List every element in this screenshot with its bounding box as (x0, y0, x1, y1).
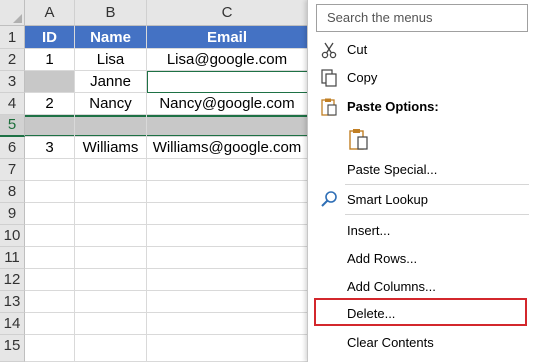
cell-empty[interactable] (147, 181, 308, 203)
row-header-12[interactable]: 12 (0, 269, 25, 291)
cell-c5[interactable] (147, 115, 308, 137)
cell-empty[interactable] (147, 159, 308, 181)
menu-item-smart-lookup[interactable]: Smart Lookup (308, 186, 535, 214)
cell-empty[interactable] (147, 225, 308, 247)
row-header-3[interactable]: 3 (0, 71, 25, 93)
cell-a6[interactable]: 3 (25, 137, 75, 159)
cell-a3[interactable] (25, 71, 75, 93)
cell-c1[interactable]: Email (147, 26, 308, 49)
cell-a1[interactable]: ID (25, 26, 75, 49)
select-all-corner[interactable] (0, 0, 25, 26)
cell-empty[interactable] (25, 225, 75, 247)
cell-b3[interactable]: Janne (75, 71, 147, 93)
row-header-9[interactable]: 9 (0, 203, 25, 225)
menu-search-input[interactable]: Search the menus (316, 4, 528, 32)
menu-item-cut[interactable]: Cut (308, 36, 535, 64)
menu-item-copy-label: Copy (347, 70, 378, 85)
row-header-5[interactable]: 5 (0, 115, 25, 137)
cell-empty[interactable] (75, 291, 147, 313)
cell-empty[interactable] (75, 247, 147, 269)
row-header-15[interactable]: 15 (0, 335, 25, 362)
row-header-13[interactable]: 13 (0, 291, 25, 313)
menu-item-clear-contents[interactable]: Clear Contents (308, 329, 535, 357)
cell-empty[interactable] (147, 247, 308, 269)
menu-item-clear-contents-label: Clear Contents (347, 335, 434, 350)
cell-b6[interactable]: Williams (75, 137, 147, 159)
cell-empty[interactable] (25, 203, 75, 225)
menu-item-add-columns[interactable]: Add Columns... (308, 273, 535, 301)
cell-empty[interactable] (75, 269, 147, 291)
cell-c6[interactable]: Williams@google.com (147, 137, 308, 159)
cell-b5[interactable] (75, 115, 147, 137)
menu-item-add-rows[interactable]: Add Rows... (308, 245, 535, 273)
menu-item-paste-options-label: Paste Options: (347, 99, 439, 114)
cell-empty[interactable] (75, 313, 147, 335)
column-header-c[interactable]: C (147, 0, 308, 26)
delete-highlight-box (314, 298, 527, 326)
copy-icon (321, 69, 337, 87)
cell-empty[interactable] (147, 291, 308, 313)
cell-empty[interactable] (75, 203, 147, 225)
menu-item-add-rows-label: Add Rows... (347, 251, 418, 266)
menu-item-cut-label: Cut (347, 42, 368, 57)
cell-empty[interactable] (25, 291, 75, 313)
menu-item-add-columns-label: Add Columns... (347, 279, 436, 294)
cell-empty[interactable] (147, 313, 308, 335)
cell-empty[interactable] (25, 247, 75, 269)
menu-item-paste-special-label: Paste Special... (347, 162, 438, 177)
cell-empty[interactable] (25, 313, 75, 335)
cell-b4[interactable]: Nancy (75, 93, 147, 115)
row-header-7[interactable]: 7 (0, 159, 25, 181)
cell-empty[interactable] (25, 269, 75, 291)
smart-lookup-icon (321, 191, 337, 207)
paste-clipboard-icon (349, 129, 368, 150)
menu-search-placeholder: Search the menus (327, 10, 433, 25)
row-header-6[interactable]: 6 (0, 137, 25, 159)
scissors-icon (321, 42, 337, 59)
column-header-a[interactable]: A (25, 0, 75, 26)
cell-empty[interactable] (75, 159, 147, 181)
cell-a4[interactable]: 2 (25, 93, 75, 115)
menu-item-copy[interactable]: Copy (308, 64, 535, 92)
row-header-10[interactable]: 10 (0, 225, 25, 247)
row-header-4[interactable]: 4 (0, 93, 25, 115)
cell-empty[interactable] (75, 181, 147, 203)
cell-empty[interactable] (147, 269, 308, 291)
clipboard-icon (321, 98, 337, 116)
menu-separator (345, 214, 529, 215)
active-cell-outline (147, 71, 308, 93)
row-header-8[interactable]: 8 (0, 181, 25, 203)
cell-empty[interactable] (147, 203, 308, 225)
column-header-b[interactable]: B (75, 0, 147, 26)
menu-item-smart-lookup-label: Smart Lookup (347, 192, 428, 207)
cell-empty[interactable] (25, 181, 75, 203)
menu-item-paste-special[interactable]: Paste Special... (308, 156, 535, 184)
row-header-2[interactable]: 2 (0, 49, 25, 71)
menu-item-paste-options: Paste Options: (308, 93, 535, 121)
menu-item-insert[interactable]: Insert... (308, 217, 535, 245)
cell-b1[interactable]: Name (75, 26, 147, 49)
row-header-14[interactable]: 14 (0, 313, 25, 335)
cell-empty[interactable] (147, 335, 308, 362)
paste-icon-button[interactable] (345, 125, 373, 153)
cell-empty[interactable] (75, 335, 147, 362)
cell-a5[interactable] (25, 115, 75, 137)
cell-c2[interactable]: Lisa@google.com (147, 49, 308, 71)
menu-separator (345, 184, 529, 185)
cell-c4[interactable]: Nancy@google.com (147, 93, 308, 115)
row-header-11[interactable]: 11 (0, 247, 25, 269)
cell-empty[interactable] (25, 335, 75, 362)
context-menu: Search the menus Cut Copy Paste Options: (307, 0, 535, 362)
cell-a2[interactable]: 1 (25, 49, 75, 71)
menu-item-insert-label: Insert... (347, 223, 391, 238)
cell-empty[interactable] (75, 225, 147, 247)
cell-b2[interactable]: Lisa (75, 49, 147, 71)
cell-empty[interactable] (25, 159, 75, 181)
select-all-triangle-icon (13, 14, 22, 23)
row-header-1[interactable]: 1 (0, 26, 25, 49)
